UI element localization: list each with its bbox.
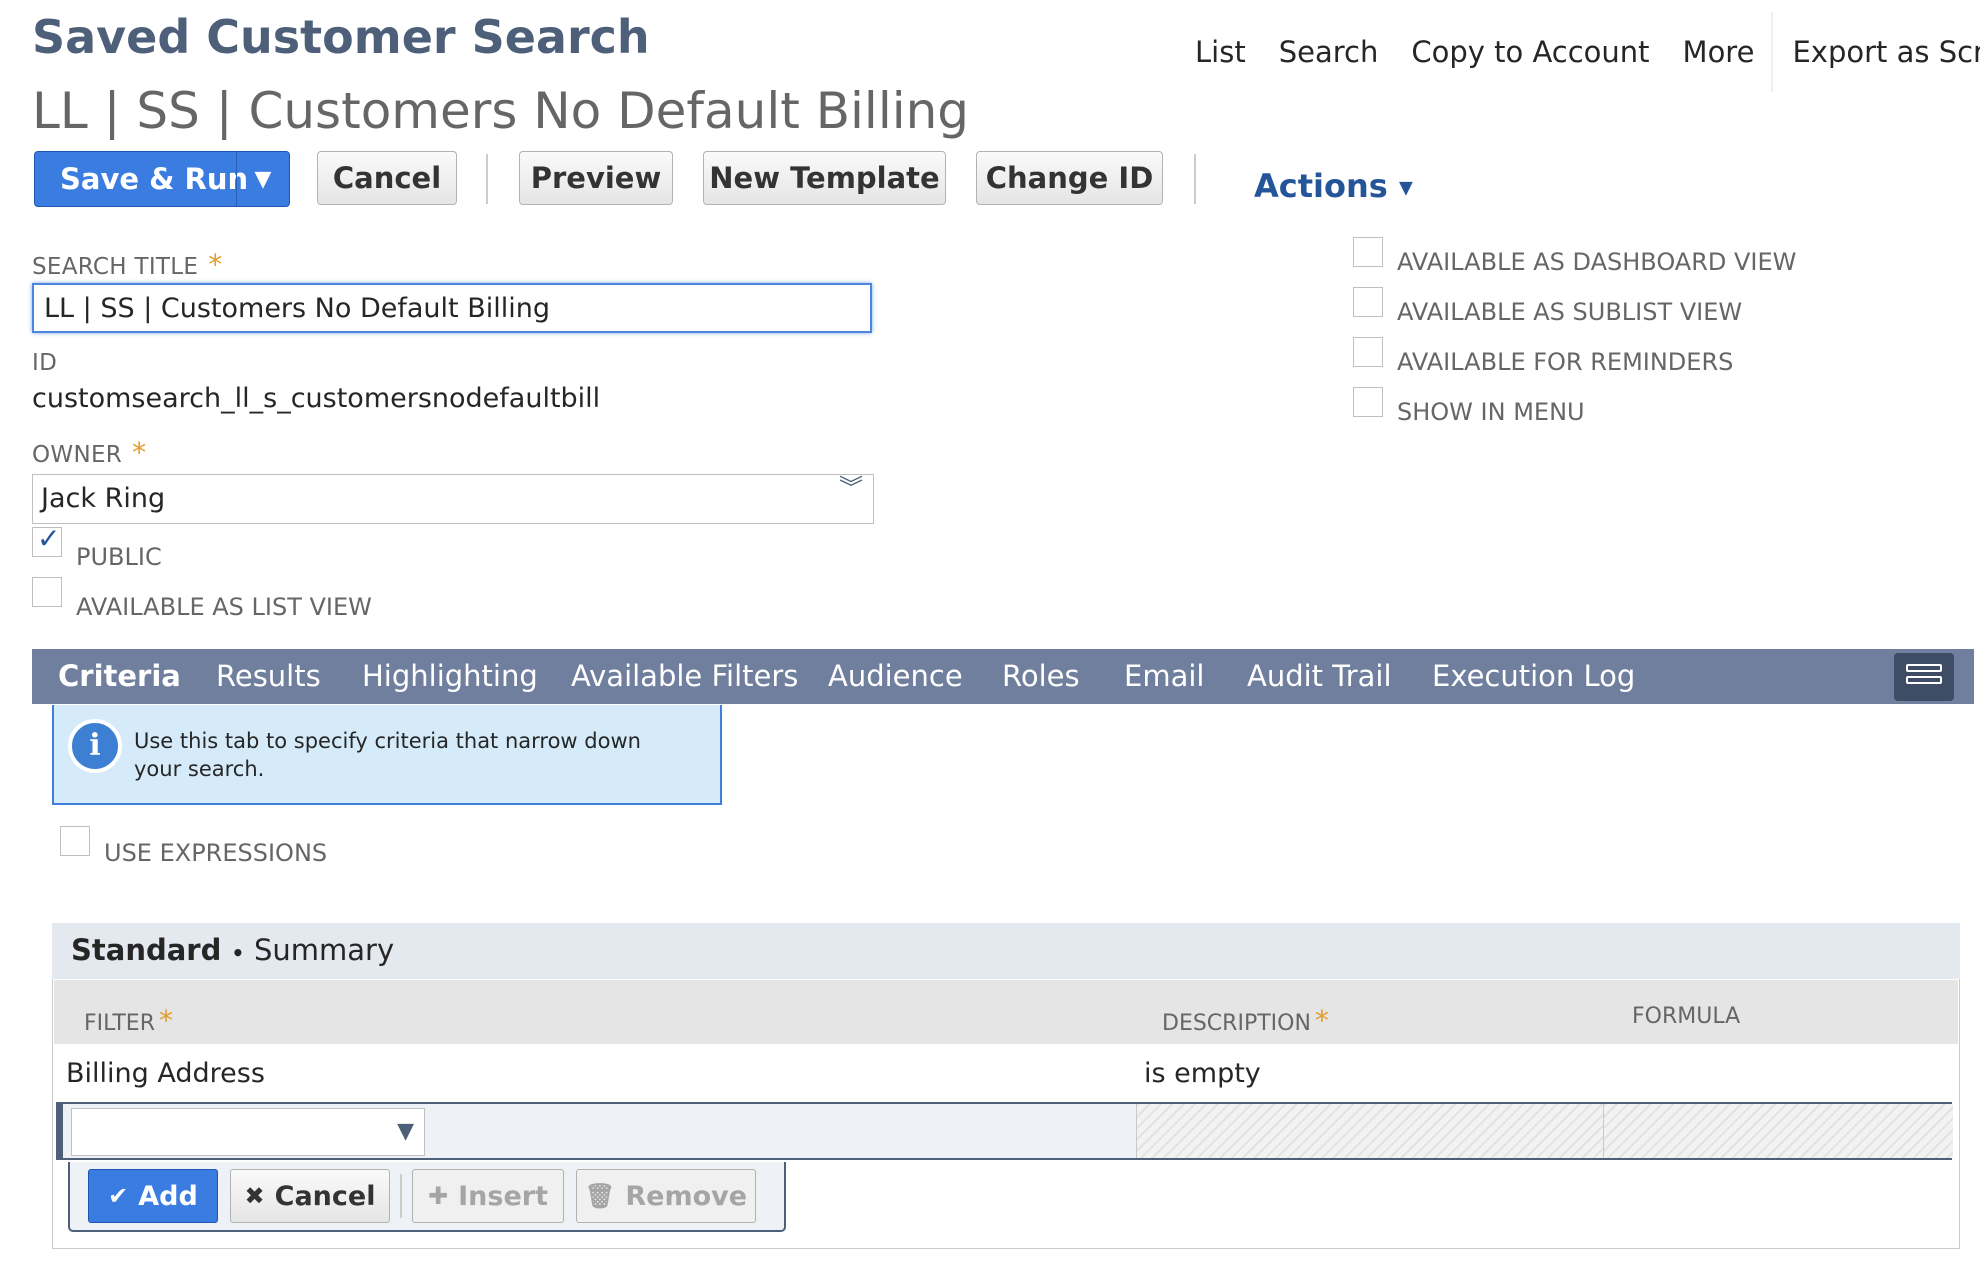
caret-down-icon: ▼ [397, 1119, 414, 1144]
record-title: LL | SS | Customers No Default Billing [32, 82, 970, 140]
row-cancel-label: Cancel [274, 1180, 376, 1212]
nav-search-link[interactable]: Search [1279, 35, 1379, 69]
actions-menu[interactable]: Actions ▼ [1254, 167, 1413, 205]
add-button[interactable]: ✔ Add [88, 1169, 218, 1223]
grid-header: FILTER * DESCRIPTION * FORMULA [54, 980, 1958, 1044]
tab-criteria[interactable]: Criteria [58, 659, 181, 693]
subtab-bar: Criteria Results Highlighting Available … [32, 649, 1974, 704]
info-text: Use this tab to specify criteria that na… [134, 729, 641, 781]
add-label: Add [138, 1180, 198, 1212]
formula-column-header: FORMULA [1632, 1004, 1741, 1029]
collapse-view-button[interactable] [1894, 653, 1954, 701]
toolbar-divider [1194, 154, 1196, 204]
show-in-menu-checkbox[interactable] [1353, 387, 1383, 417]
tab-roles[interactable]: Roles [1002, 659, 1080, 693]
page-title: Saved Customer Search [32, 10, 650, 64]
dashboard-view-checkbox[interactable] [1353, 237, 1383, 267]
owner-label-text: OWNER [32, 442, 123, 468]
tab-available-filters[interactable]: Available Filters [571, 659, 798, 693]
owner-label: OWNER * [32, 436, 146, 469]
id-value: customsearch_ll_s_customersnodefaultbill [32, 383, 601, 414]
nav-copy-to-account-link[interactable]: Copy to Account [1411, 35, 1649, 69]
nav-export-as-script-link[interactable]: Export as Script [1792, 35, 1980, 69]
preview-button[interactable]: Preview [519, 151, 673, 205]
button-divider [400, 1174, 402, 1218]
description-edit-cell[interactable] [1136, 1104, 1604, 1158]
nav-divider [1771, 12, 1774, 92]
toolbar-divider [486, 154, 488, 204]
filter-cell: Billing Address [66, 1058, 265, 1089]
stack-icon [1906, 664, 1942, 672]
tab-standard[interactable]: Standard • [71, 933, 244, 967]
stack-icon [1906, 676, 1942, 684]
save-and-run-dropdown-arrow[interactable]: ▼ [236, 152, 289, 206]
save-and-run-button[interactable]: Save & Run ▼ [34, 151, 290, 207]
remove-button[interactable]: 🗑 Remove [576, 1169, 756, 1223]
filter-column-label: FILTER [84, 1011, 155, 1036]
show-in-menu-label: SHOW IN MENU [1397, 398, 1585, 426]
new-template-button[interactable]: New Template [703, 151, 946, 205]
description-cell: is empty [1144, 1058, 1261, 1089]
description-column-header: DESCRIPTION * [1162, 1004, 1329, 1037]
use-expressions-label: USE EXPRESSIONS [104, 839, 328, 867]
save-and-run-label: Save & Run [60, 162, 249, 196]
owner-select-value: Jack Ring [41, 483, 166, 514]
tab-audit-trail[interactable]: Audit Trail [1247, 659, 1392, 693]
actions-label: Actions [1254, 167, 1388, 205]
info-icon: i [68, 719, 122, 773]
remove-label: Remove [625, 1180, 748, 1212]
required-marker: * [132, 436, 147, 469]
tab-email[interactable]: Email [1124, 659, 1204, 693]
dashboard-view-label: AVAILABLE AS DASHBOARD VIEW [1397, 248, 1797, 276]
formula-edit-cell[interactable] [1603, 1104, 1953, 1158]
tab-audience[interactable]: Audience [828, 659, 963, 693]
list-view-checkbox[interactable] [32, 577, 62, 607]
sublist-view-checkbox[interactable] [1353, 287, 1383, 317]
row-cancel-button[interactable]: ✖ Cancel [230, 1169, 390, 1223]
required-marker: * [208, 248, 223, 281]
required-marker: * [1314, 1004, 1329, 1037]
sublist-tabs: Standard • Summary [52, 923, 1960, 979]
sublist-view-label: AVAILABLE AS SUBLIST VIEW [1397, 298, 1743, 326]
x-icon: ✖ [244, 1182, 265, 1210]
description-column-label: DESCRIPTION [1162, 1011, 1311, 1036]
trash-icon: 🗑 [584, 1182, 616, 1210]
use-expressions-checkbox[interactable] [60, 826, 90, 856]
standard-active-marker: • [231, 941, 245, 965]
top-navigation: List Search Copy to Account More Export … [1195, 12, 1980, 92]
tab-highlighting[interactable]: Highlighting [362, 659, 538, 693]
nav-list-link[interactable]: List [1195, 35, 1246, 69]
search-title-label-text: SEARCH TITLE [32, 254, 199, 280]
filter-column-header: FILTER * [84, 1004, 173, 1037]
insert-button[interactable]: ✚ Insert [412, 1169, 564, 1223]
tab-summary[interactable]: Summary [254, 933, 394, 967]
insert-label: Insert [458, 1180, 548, 1212]
search-title-label: SEARCH TITLE * [32, 248, 223, 281]
required-marker: * [159, 1004, 173, 1037]
tab-results[interactable]: Results [216, 659, 321, 693]
owner-select[interactable]: Jack Ring ︾ [32, 474, 874, 524]
plus-icon: ✚ [428, 1182, 449, 1210]
search-title-input[interactable]: LL | SS | Customers No Default Billing [32, 283, 872, 333]
row-action-buttons: ✔ Add ✖ Cancel ✚ Insert 🗑 Remove [68, 1162, 786, 1232]
public-checkbox[interactable]: ✓ [32, 522, 62, 557]
cancel-button[interactable]: Cancel [317, 151, 457, 205]
id-label: ID [32, 350, 58, 376]
tab-execution-log[interactable]: Execution Log [1432, 659, 1635, 693]
info-message: i Use this tab to specify criteria that … [52, 705, 722, 805]
table-row[interactable]: Billing Address is empty [54, 1044, 1958, 1102]
checkmark-icon: ✔ [108, 1182, 129, 1210]
checkmark-icon: ✓ [37, 522, 61, 555]
new-filter-select[interactable]: ▼ [71, 1108, 425, 1156]
list-view-label: AVAILABLE AS LIST VIEW [76, 593, 372, 621]
tab-standard-label: Standard [71, 933, 222, 967]
change-id-button[interactable]: Change ID [976, 151, 1163, 205]
reminders-label: AVAILABLE FOR REMINDERS [1397, 348, 1734, 376]
double-chevron-down-icon: ︾ [839, 474, 863, 502]
nav-more-link[interactable]: More [1683, 35, 1755, 69]
public-label: PUBLIC [76, 543, 162, 571]
caret-down-icon: ▼ [1398, 177, 1413, 199]
edit-row: ▼ [56, 1102, 1953, 1160]
reminders-checkbox[interactable] [1353, 337, 1383, 367]
